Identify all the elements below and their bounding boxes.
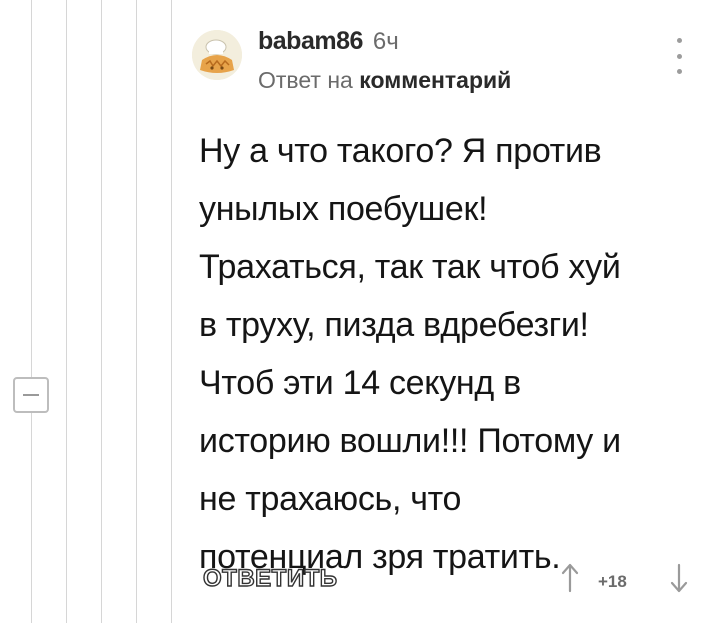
arrow-up-icon bbox=[561, 563, 579, 593]
thread-line bbox=[171, 0, 172, 623]
comment-meta: babam86 6ч bbox=[258, 27, 399, 56]
reply-button[interactable]: ОТВЕТИТЬ bbox=[202, 564, 337, 593]
thread-line bbox=[66, 0, 67, 623]
reply-to-prefix: Ответ на bbox=[258, 67, 353, 93]
thread-line bbox=[136, 0, 137, 623]
thread-line bbox=[31, 0, 32, 623]
vertical-dots-icon[interactable] bbox=[672, 38, 686, 74]
avatar-image bbox=[192, 30, 242, 80]
rating-count: +18 bbox=[598, 572, 627, 591]
avatar[interactable] bbox=[192, 30, 242, 80]
arrow-down-icon bbox=[670, 563, 688, 593]
comment-time: 6ч bbox=[372, 28, 399, 55]
collapse-thread-button[interactable] bbox=[13, 377, 49, 413]
thread-line bbox=[101, 0, 102, 623]
reply-to-line: Ответ на комментарий bbox=[258, 67, 511, 94]
collapse-minus-icon bbox=[23, 394, 39, 396]
username[interactable]: babam86 bbox=[258, 27, 363, 56]
comment-text: Ну а что такого? Я против унылых поебуше… bbox=[199, 132, 621, 576]
reply-to-link[interactable]: комментарий bbox=[359, 67, 511, 93]
upvote-button[interactable] bbox=[558, 560, 582, 596]
downvote-button[interactable] bbox=[667, 560, 691, 596]
